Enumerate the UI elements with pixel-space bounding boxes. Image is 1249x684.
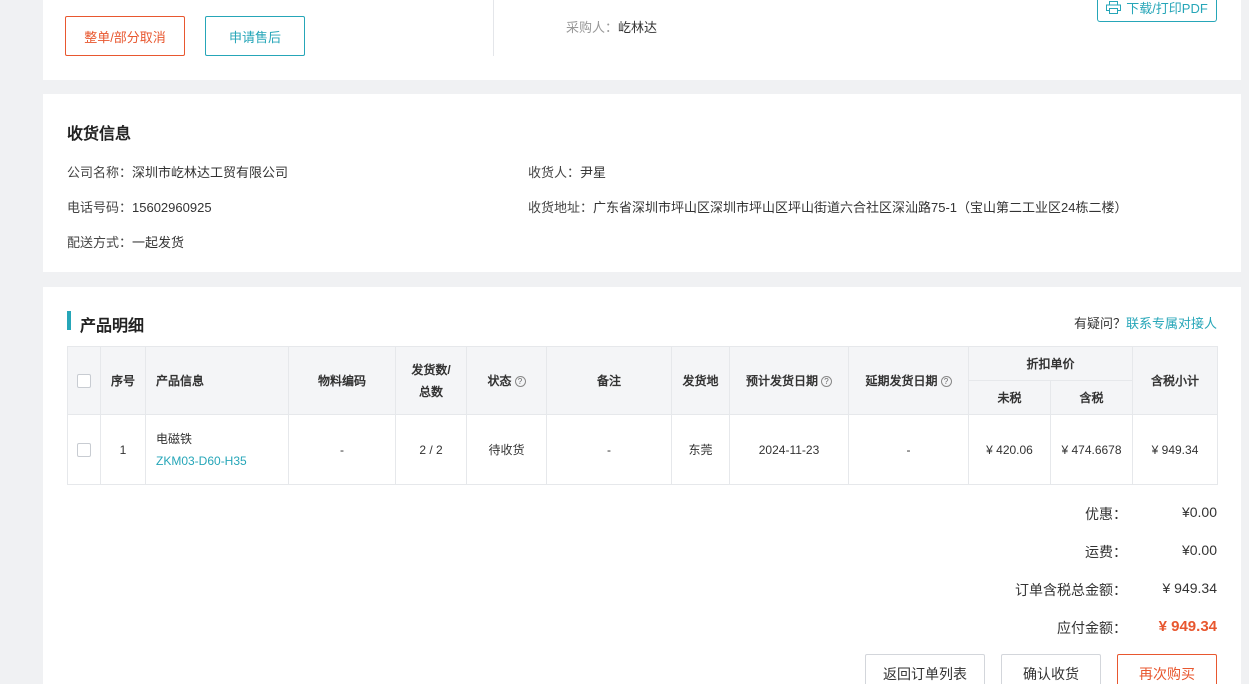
row-seq: 1: [100, 414, 146, 485]
header-qty-line2: 总数: [418, 384, 443, 399]
header-qty: 发货数/总数: [395, 346, 467, 415]
summary-discount: 优惠： ¥0.00: [1085, 504, 1217, 524]
phone-value: 15602960925: [132, 200, 212, 215]
company-value: 深圳市屹林达工贸有限公司: [132, 165, 289, 180]
row-status: 待收货: [466, 414, 547, 485]
discount-label: 优惠：: [1085, 506, 1127, 522]
summary-payable: 应付金额： ¥ 949.34: [1057, 618, 1217, 638]
header-with-tax: 含税: [1049, 380, 1134, 415]
freight-label: 运费：: [1085, 544, 1127, 560]
header-info: 产品信息: [145, 346, 289, 415]
summary-total: 订单含税总金额： ¥ 949.34: [1015, 580, 1217, 600]
header-est-date-label: 预计发货日期: [745, 374, 818, 388]
row-select-cell: [67, 414, 101, 485]
freight-value: ¥0.00: [1181, 542, 1217, 558]
address-info: 收货地址：广东省深圳市坪山区深圳市坪山区坪山街道六合社区深汕路75-1（宝山第二…: [528, 197, 1128, 216]
product-code-link[interactable]: ZKM03-D60-H35: [156, 450, 288, 472]
row-origin: 东莞: [671, 414, 730, 485]
confirm-receipt-button[interactable]: 确认收货: [1001, 654, 1101, 684]
shipping-info-card: 收货信息 公司名称：深圳市屹林达工贸有限公司 电话号码：15602960925 …: [43, 94, 1241, 272]
header-no-tax: 未税: [968, 380, 1051, 415]
row-delay-date: -: [848, 414, 969, 485]
product-detail-card: 产品明细 有疑问？联系专属对接人 序号 产品信息 物料编码 发货数/总数 状态?…: [43, 287, 1241, 684]
header-discount: 折扣单价: [967, 346, 1134, 381]
select-all-checkbox[interactable]: [77, 373, 91, 388]
company-info: 公司名称：深圳市屹林达工贸有限公司: [67, 162, 288, 181]
question-icon[interactable]: ?: [514, 376, 526, 388]
header-origin: 发货地: [671, 346, 730, 415]
product-name: 电磁铁: [156, 431, 193, 446]
header-delay-date-label: 延期发货日期: [865, 374, 938, 388]
row-material: -: [288, 414, 396, 485]
order-actions-card: 整单/部分取消 申请售后 采购人：屹林达 下载/打印PDF: [43, 0, 1241, 80]
select-all-cell: [67, 346, 101, 415]
header-remark: 备注: [546, 346, 672, 415]
row-qty: 2 / 2: [395, 414, 467, 485]
table-row: 1 电磁铁 ZKM03-D60-H35 - 2 / 2 待收货 - 东莞 2024…: [67, 414, 1219, 485]
header-delay-date: 延期发货日期?: [848, 346, 969, 415]
title-accent-bar: [67, 311, 71, 330]
help-text: 有疑问？: [1073, 316, 1126, 331]
row-est-date: 2024-11-23: [729, 414, 849, 485]
printer-icon: [1106, 1, 1122, 14]
address-value: 广东省深圳市坪山区深圳市坪山区坪山街道六合社区深汕路75-1（宝山第二工业区24…: [593, 200, 1128, 215]
buyer-info: 采购人：屹林达: [566, 17, 657, 36]
row-price-tax: ¥ 474.6678: [1049, 414, 1134, 485]
discount-value: ¥0.00: [1181, 504, 1217, 520]
summary-freight: 运费： ¥0.00: [1085, 542, 1217, 562]
question-icon[interactable]: ?: [940, 376, 952, 388]
shipping-title: 收货信息: [67, 126, 132, 143]
download-pdf-button[interactable]: 下载/打印PDF: [1097, 0, 1217, 22]
header-subtotal: 含税小计: [1132, 346, 1219, 415]
address-label: 收货地址：: [528, 200, 594, 215]
payable-value: ¥ 949.34: [1158, 618, 1217, 635]
delivery-info: 配送方式：一起发货: [67, 232, 184, 251]
product-table: 序号 产品信息 物料编码 发货数/总数 状态? 备注 发货地 预计发货日期? 延…: [67, 346, 1219, 485]
payable-label: 应付金额：: [1057, 620, 1127, 636]
receiver-value: 尹星: [580, 165, 607, 180]
phone-label: 电话号码：: [67, 200, 133, 215]
row-checkbox[interactable]: [77, 442, 91, 457]
row-price-no-tax: ¥ 420.06: [968, 414, 1051, 485]
header-est-date: 预计发货日期?: [729, 346, 849, 415]
header-status-label: 状态: [487, 374, 512, 388]
receiver-label: 收货人：: [528, 165, 581, 180]
company-label: 公司名称：: [67, 165, 133, 180]
download-pdf-label: 下载/打印PDF: [1126, 1, 1208, 16]
header-material: 物料编码: [288, 346, 396, 415]
question-icon[interactable]: ?: [821, 376, 832, 388]
after-sale-button[interactable]: 申请售后: [205, 16, 305, 56]
buy-again-button[interactable]: 再次购买: [1117, 654, 1217, 684]
delivery-value: 一起发货: [132, 235, 185, 250]
back-to-list-button[interactable]: 返回订单列表: [865, 654, 985, 684]
divider: [493, 0, 494, 56]
help-contact: 有疑问？联系专属对接人: [1074, 313, 1217, 332]
row-remark: -: [546, 414, 672, 485]
cancel-order-button[interactable]: 整单/部分取消: [65, 16, 185, 56]
contact-rep-link[interactable]: 联系专属对接人: [1126, 316, 1217, 331]
product-title: 产品明细: [80, 318, 145, 335]
phone-info: 电话号码：15602960925: [67, 197, 212, 216]
buyer-value: 屹林达: [618, 20, 658, 35]
row-subtotal: ¥ 949.34: [1132, 414, 1219, 485]
receiver-info: 收货人：尹星: [528, 162, 606, 181]
total-label: 订单含税总金额：: [1015, 582, 1127, 598]
header-status: 状态?: [466, 346, 547, 415]
delivery-label: 配送方式：: [67, 235, 133, 250]
total-value: ¥ 949.34: [1162, 580, 1218, 596]
header-qty-line1: 发货数/: [411, 362, 451, 377]
buyer-label: 采购人：: [566, 20, 619, 35]
row-product-info: 电磁铁 ZKM03-D60-H35: [145, 414, 289, 485]
header-seq: 序号: [100, 346, 146, 415]
